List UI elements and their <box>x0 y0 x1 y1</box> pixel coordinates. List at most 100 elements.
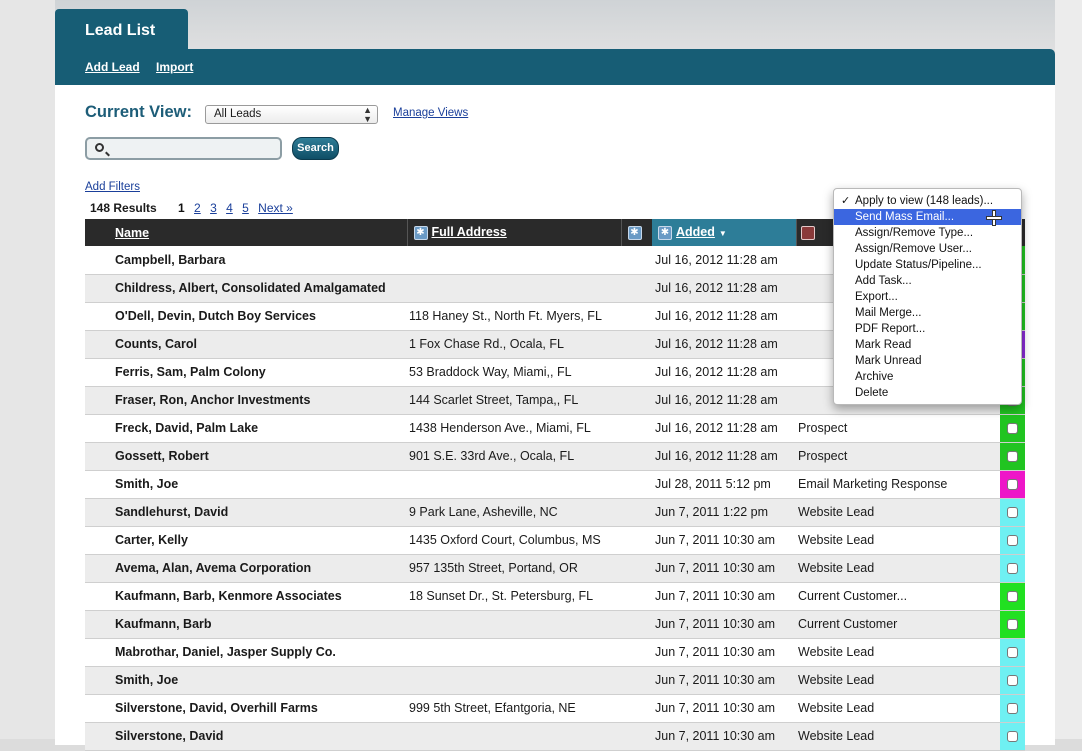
lead-type: Current Customer... <box>796 582 1000 611</box>
lead-added: Jun 7, 2011 10:30 am <box>652 666 796 695</box>
menu-item[interactable]: ✓ Apply to view (148 leads)... <box>834 193 1021 209</box>
row-checkbox[interactable] <box>1007 730 1018 742</box>
row-checkbox[interactable] <box>1007 478 1018 490</box>
row-spacer <box>85 386 111 415</box>
row-spacer <box>85 666 111 695</box>
table-row[interactable]: Smith, Joe Jun 7, 2011 10:30 am Website Le… <box>85 666 1025 695</box>
lead-added: Jul 16, 2012 11:28 am <box>652 302 796 331</box>
menu-item[interactable]: Assign/Remove User... <box>834 241 1021 257</box>
page-4[interactable]: 4 <box>226 201 233 215</box>
table-row[interactable]: Sandlehurst, David 9 Park Lane, Asheville… <box>85 498 1025 527</box>
add-filters-link[interactable]: Add Filters <box>85 181 140 193</box>
table-row[interactable]: Silverstone, David, Overhill Farms 999 5t… <box>85 694 1025 723</box>
lead-type: Prospect <box>796 442 1000 471</box>
lead-name: Freck, David, Palm Lake <box>111 414 407 443</box>
lead-type: Website Lead <box>796 722 1000 751</box>
view-select[interactable]: All Leads ▲ ▼ <box>205 105 378 124</box>
table-row[interactable]: Avema, Alan, Avema Corporation 957 135th … <box>85 554 1025 583</box>
menu-item[interactable]: Update Status/Pipeline... <box>834 257 1021 273</box>
lead-address <box>407 638 652 667</box>
row-checkbox[interactable] <box>1007 702 1018 714</box>
status-color-cell <box>1000 526 1025 555</box>
person-icon <box>800 225 815 240</box>
search-icon <box>95 143 104 152</box>
menu-item-label: Export... <box>855 291 898 303</box>
column-header-address[interactable]: ✱ Full Address <box>406 219 621 246</box>
search-input[interactable] <box>85 137 282 160</box>
column-header-added[interactable]: ✱ Added ▼ <box>652 219 796 246</box>
menu-item[interactable]: Archive <box>834 369 1021 385</box>
table-row[interactable]: Carter, Kelly 1435 Oxford Court, Columbus… <box>85 526 1025 555</box>
window-left-margin <box>0 0 55 739</box>
page-1[interactable]: 1 <box>178 201 185 215</box>
add-lead-link[interactable]: Add Lead <box>85 60 140 74</box>
lead-address <box>407 246 652 275</box>
menu-item[interactable]: Export... <box>834 289 1021 305</box>
column-options-icon[interactable]: ✱ <box>658 225 672 240</box>
lead-address <box>407 274 652 303</box>
row-checkbox[interactable] <box>1007 618 1018 630</box>
menu-item[interactable]: Delete <box>834 385 1021 401</box>
menu-item[interactable]: Assign/Remove Type... <box>834 225 1021 241</box>
page-5[interactable]: 5 <box>242 201 249 215</box>
lead-added: Jun 7, 2011 10:30 am <box>652 610 796 639</box>
row-spacer <box>85 526 111 555</box>
row-checkbox[interactable] <box>1007 590 1018 602</box>
column-header-type[interactable] <box>795 219 830 246</box>
row-checkbox[interactable] <box>1007 506 1018 518</box>
table-row[interactable]: Smith, Joe Jul 28, 2011 5:12 pm Email Mark… <box>85 470 1025 499</box>
row-checkbox[interactable] <box>1007 562 1018 574</box>
menu-item[interactable]: Add Task... <box>834 273 1021 289</box>
lead-added: Jul 16, 2012 11:28 am <box>652 414 796 443</box>
lead-address: 901 S.E. 33rd Ave., Ocala, FL <box>407 442 652 471</box>
table-row[interactable]: Mabrothar, Daniel, Jasper Supply Co. Jun … <box>85 638 1025 667</box>
manage-views-link[interactable]: Manage Views <box>393 107 468 119</box>
sort-desc-icon: ▼ <box>718 229 727 239</box>
lead-type: Website Lead <box>796 554 1000 583</box>
column-options-icon[interactable]: ✱ <box>627 225 642 240</box>
table-row[interactable]: Freck, David, Palm Lake 1438 Henderson Av… <box>85 414 1025 443</box>
lead-type: Website Lead <box>796 498 1000 527</box>
lead-name: Smith, Joe <box>111 666 407 695</box>
page-2[interactable]: 2 <box>194 201 201 215</box>
next-page-link[interactable]: Next » <box>258 201 293 215</box>
column-settings-header[interactable]: ✱ <box>620 219 652 246</box>
menu-item[interactable]: Mail Merge... <box>834 305 1021 321</box>
row-spacer <box>85 414 111 443</box>
row-checkbox[interactable] <box>1007 646 1018 658</box>
row-checkbox[interactable] <box>1007 674 1018 686</box>
status-color-cell <box>1000 414 1025 443</box>
table-row[interactable]: Gossett, Robert 901 S.E. 33rd Ave., Ocala… <box>85 442 1025 471</box>
menu-item-label: Send Mass Email... <box>855 211 955 223</box>
column-options-icon[interactable]: ✱ <box>413 225 428 240</box>
lead-address: 144 Scarlet Street, Tampa,, FL <box>407 386 652 415</box>
status-color-cell <box>1000 610 1025 639</box>
column-header-name[interactable]: Name <box>111 219 407 246</box>
menu-item[interactable]: Mark Unread <box>834 353 1021 369</box>
lead-address <box>407 610 652 639</box>
table-row[interactable]: Kaufmann, Barb Jun 7, 2011 10:30 am Curren… <box>85 610 1025 639</box>
status-color-cell <box>1000 722 1025 751</box>
lead-type: Website Lead <box>796 666 1000 695</box>
menu-item-label: Update Status/Pipeline... <box>855 259 982 271</box>
status-color-cell <box>1000 554 1025 583</box>
menu-item-label: Mail Merge... <box>855 307 922 319</box>
tab-lead-list[interactable]: Lead List <box>55 9 188 51</box>
row-checkbox[interactable] <box>1007 534 1018 546</box>
lead-added: Jul 16, 2012 11:28 am <box>652 442 796 471</box>
table-row[interactable]: Silverstone, David Jun 7, 2011 10:30 am We… <box>85 722 1025 751</box>
menu-item[interactable]: PDF Report... <box>834 321 1021 337</box>
table-row[interactable]: Kaufmann, Barb, Kenmore Associates 18 Sun… <box>85 582 1025 611</box>
row-checkbox[interactable] <box>1007 450 1018 462</box>
search-button[interactable]: Search <box>292 137 339 160</box>
row-checkbox[interactable] <box>1007 422 1018 434</box>
menu-item[interactable]: Mark Read <box>834 337 1021 353</box>
toolbar: Add Lead Import <box>55 49 1055 85</box>
row-spacer <box>85 582 111 611</box>
row-spacer <box>85 498 111 527</box>
results-count: 148 Results <box>90 201 157 215</box>
row-spacer <box>85 302 111 331</box>
lead-added: Jun 7, 2011 1:22 pm <box>652 498 796 527</box>
import-link[interactable]: Import <box>156 60 193 74</box>
page-3[interactable]: 3 <box>210 201 217 215</box>
